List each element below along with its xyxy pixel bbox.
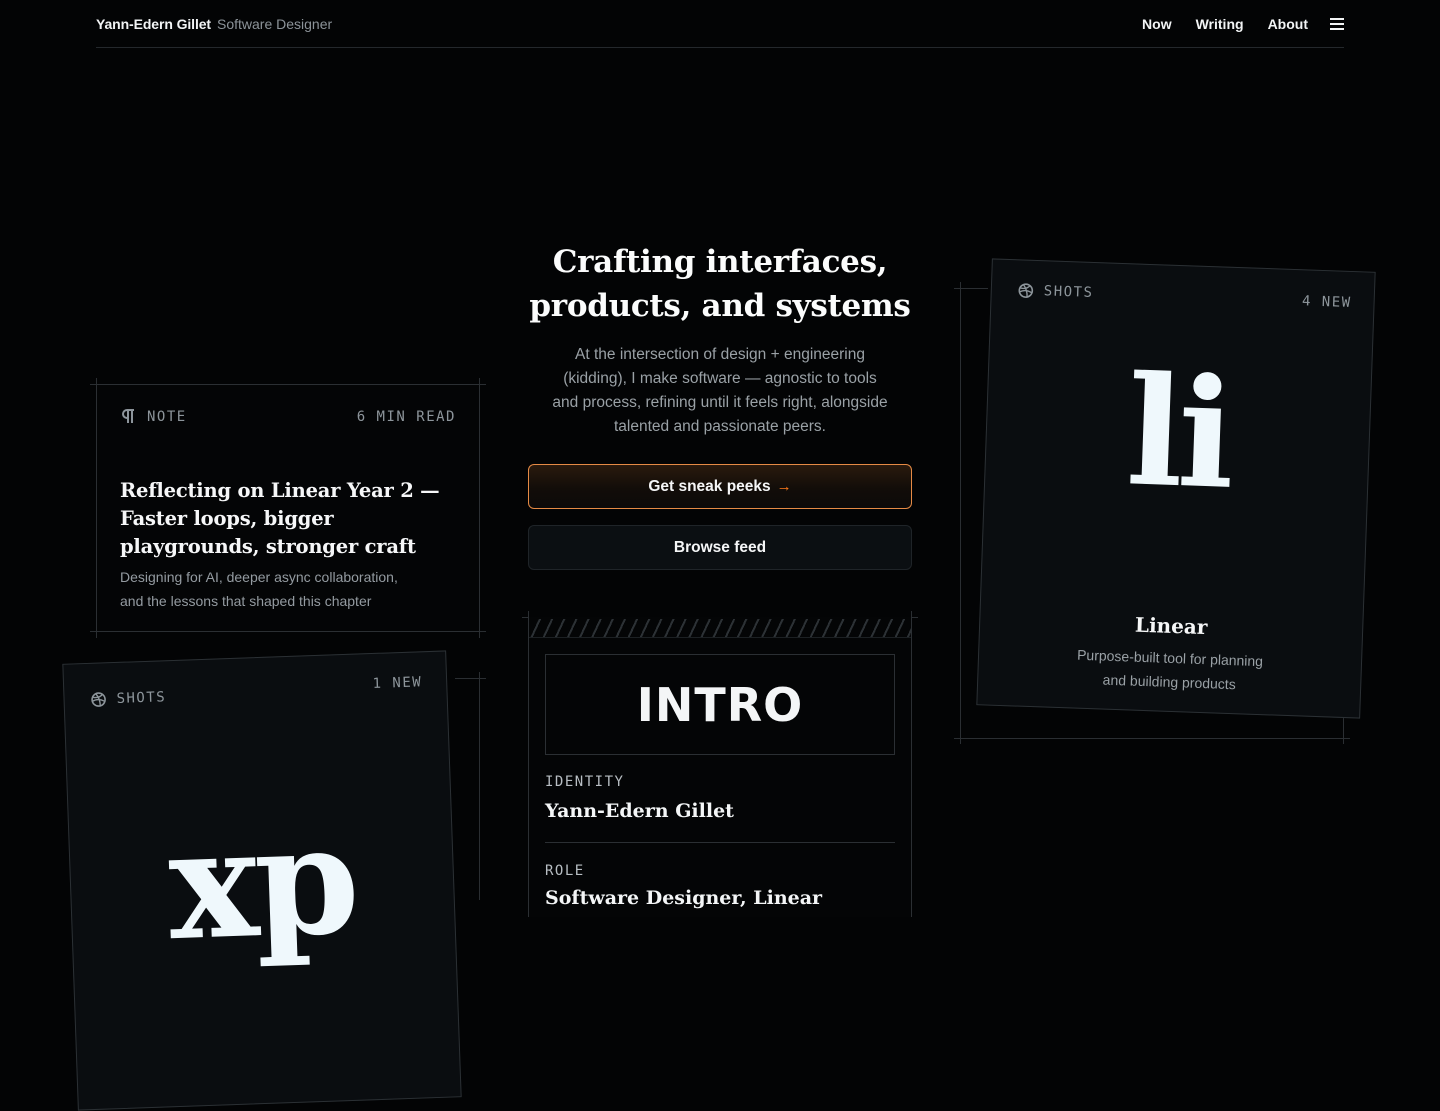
dribbble-icon [1018,282,1035,299]
brand-name[interactable]: Yann-Edern Gillet [96,16,211,32]
hero-title-line-2: products, and systems [529,288,911,324]
pilcrow-icon [121,408,137,425]
note-card[interactable]: NOTE 6 MIN READ Reflecting on Linear Yea… [96,384,480,632]
intro-heading: INTRO [636,677,804,732]
hero-title: Crafting interfaces, products, and syste… [480,240,960,328]
linear-logo-mark: li [1123,343,1232,523]
guide-line [960,282,961,744]
brand-role: Software Designer [217,16,333,32]
hatch-pattern [529,619,911,638]
arrow-right-icon: → [776,478,792,495]
shots-new-count: 4 NEW [1301,293,1352,312]
role-label: ROLE [545,863,585,879]
identity-label: IDENTITY [545,774,625,790]
shots-new-count: 1 NEW [372,674,423,693]
intro-card: INTRO IDENTITY Yann-Edern Gillet ROLE So… [528,617,912,917]
note-title[interactable]: Reflecting on Linear Year 2 — Faster loo… [120,477,450,561]
shots-card-linear[interactable]: SHOTS 4 NEW li Linear Purpose-built tool… [976,258,1376,719]
browse-feed-button[interactable]: Browse feed [528,525,912,570]
shots-description: Purpose-built tool for planning and buil… [1076,646,1264,693]
shots-tag: SHOTS [90,689,166,708]
role-value: Software Designer, Linear [545,887,823,909]
dribbble-icon [90,691,107,708]
identity-value: Yann-Edern Gillet [545,800,734,822]
hamburger-icon[interactable] [1330,17,1344,31]
intro-heading-box: INTRO [545,654,895,755]
divider [545,842,895,843]
guide-line [954,738,1350,739]
hero-title-line-1: Crafting interfaces, [552,244,888,280]
note-tag-label: NOTE [147,408,187,425]
browse-feed-label: Browse feed [673,538,767,556]
shots-tag-label: SHOTS [1043,283,1094,301]
guide-line [1343,716,1344,744]
xp-logo-mark: xp [165,791,359,975]
note-description: Designing for AI, deeper async collabora… [120,569,398,609]
note-tag: NOTE [121,408,187,425]
note-read-time: 6 MIN READ [356,409,456,425]
hero-subtitle: At the intersection of design + engineer… [552,346,888,435]
shots-title: Linear [1134,612,1208,640]
shots-card-xp[interactable]: SHOTS 1 NEW xp [62,650,462,1111]
nav-link-writing[interactable]: Writing [1196,16,1244,32]
shots-tag-label: SHOTS [116,689,167,707]
nav-link-now[interactable]: Now [1142,16,1172,32]
get-sneak-peeks-label: Get sneak peeks [648,477,771,495]
guide-line [455,678,486,679]
brand[interactable]: Yann-Edern Gillet Software Designer [96,16,332,32]
guide-line [479,672,480,900]
nav-link-about[interactable]: About [1268,16,1308,32]
main-nav: Now Writing About [1142,16,1344,32]
get-sneak-peeks-button[interactable]: Get sneak peeks → [528,464,912,509]
site-header: Yann-Edern Gillet Software Designer Now W… [96,0,1344,48]
shots-tag: SHOTS [1018,282,1094,301]
